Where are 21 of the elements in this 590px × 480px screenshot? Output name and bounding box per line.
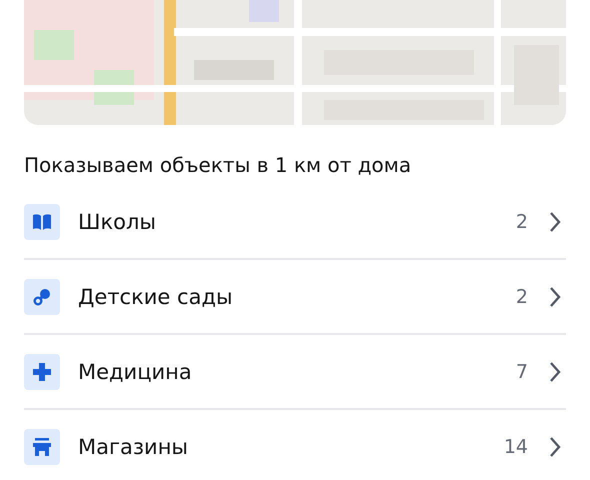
pacifier-icon: [24, 278, 60, 314]
store-icon: [24, 428, 60, 464]
category-row[interactable]: Детские сады 2: [24, 260, 566, 335]
category-count: 2: [516, 286, 528, 308]
category-label: Детские сады: [78, 284, 234, 308]
category-row[interactable]: Медицина 7: [24, 335, 566, 410]
book-icon: [24, 204, 60, 240]
category-label: Магазины: [78, 434, 190, 458]
chevron-right-icon: [548, 360, 562, 382]
chevron-right-icon: [548, 286, 562, 308]
section-heading: Показываем объекты в 1 км от дома: [24, 153, 412, 177]
chevron-right-icon: [548, 436, 562, 458]
category-count: 2: [516, 210, 528, 232]
chevron-right-icon: [548, 210, 562, 232]
plus-icon: [24, 354, 60, 390]
category-count: 14: [504, 436, 528, 458]
category-label: Медицина: [78, 360, 193, 384]
category-count: 7: [516, 360, 528, 382]
category-label: Школы: [78, 210, 157, 234]
category-row[interactable]: Школы 2: [24, 185, 566, 260]
category-row[interactable]: Магазины 14: [24, 410, 566, 480]
